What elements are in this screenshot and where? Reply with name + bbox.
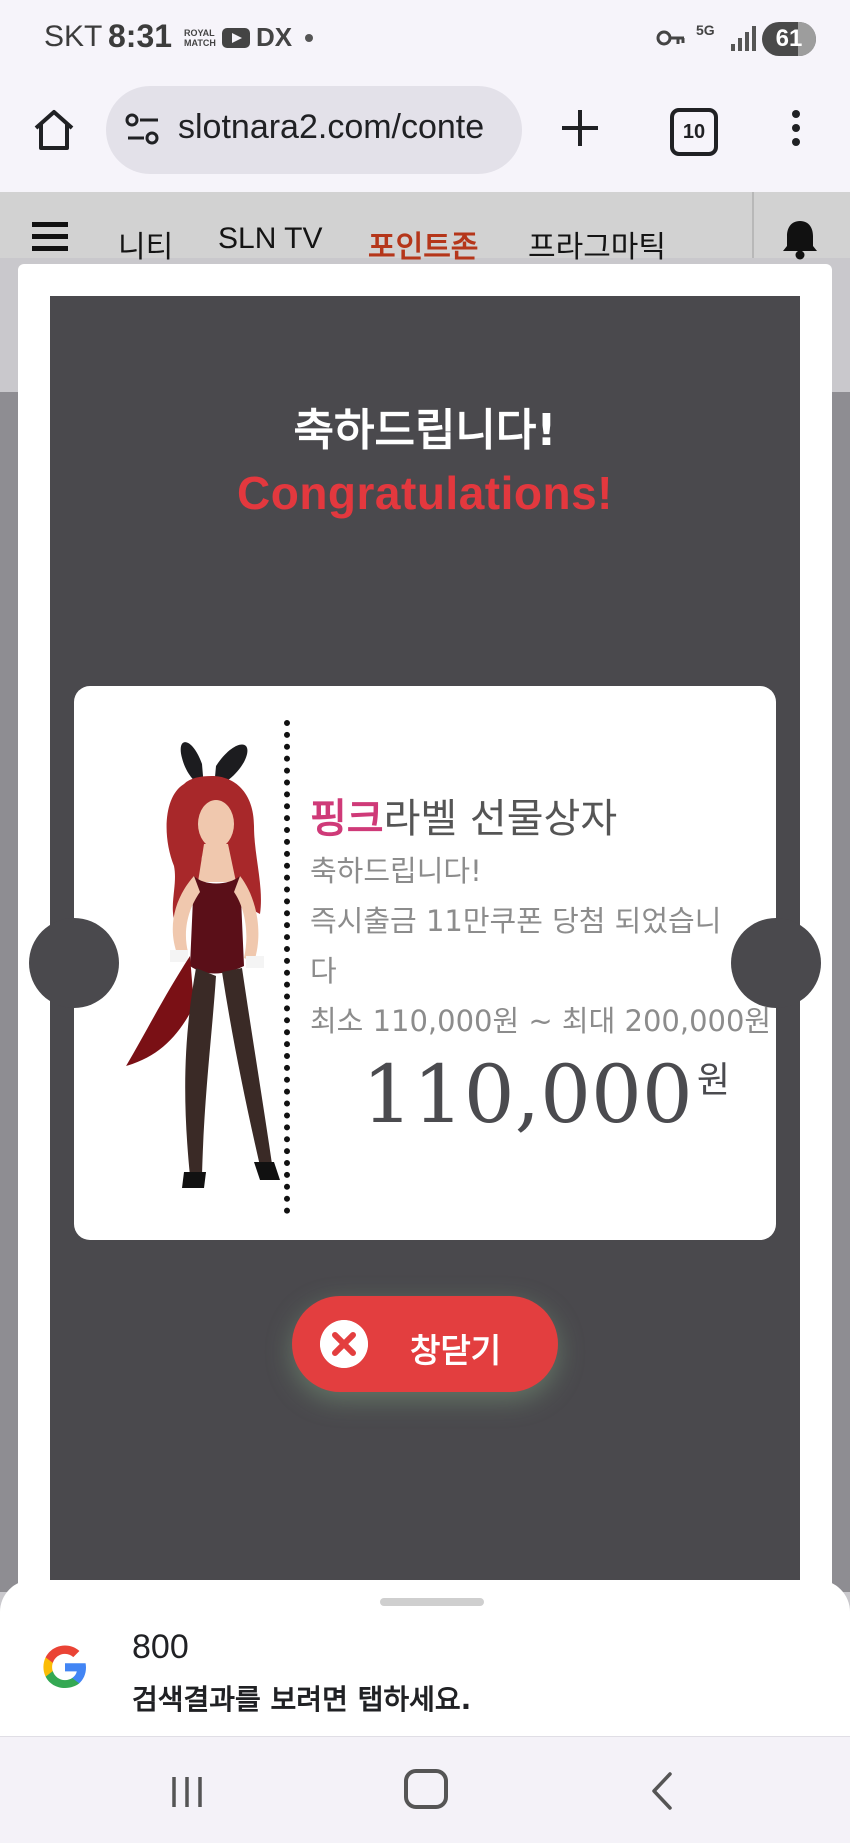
signal-icon bbox=[731, 26, 756, 51]
popup-title-korean: 축하드립니다! bbox=[293, 405, 557, 456]
google-search-sheet[interactable]: 800 검색결과를 보려면 탭하세요. bbox=[0, 1580, 850, 1736]
coupon-title-highlight: 핑크 bbox=[310, 796, 384, 842]
coupon-message-line2: 다 bbox=[310, 954, 337, 988]
nav-item-sln-tv[interactable]: SLN TV bbox=[218, 222, 323, 256]
ticket-perforation bbox=[284, 720, 290, 1214]
youtube-icon bbox=[222, 28, 250, 48]
coupon-amount-value: 110,000 bbox=[362, 1048, 693, 1141]
home-icon[interactable] bbox=[30, 106, 78, 154]
site-settings-icon[interactable] bbox=[124, 112, 164, 148]
nav-item-point-zone[interactable]: 포인트존 bbox=[368, 222, 478, 266]
network-5g-icon: 5G bbox=[696, 22, 715, 38]
site-nav: 니티 SLN TV 포인트존 프라그마틱 bbox=[0, 192, 850, 264]
bell-icon[interactable] bbox=[780, 218, 820, 260]
google-g-icon bbox=[43, 1645, 86, 1688]
coupon-title-rest: 라벨 선물상자 bbox=[383, 796, 618, 842]
royal-match-icon: ROYAL MATCH bbox=[184, 28, 216, 48]
browser-toolbar: slotnara2.com/conte 10 bbox=[0, 80, 850, 192]
clock: 8:31 bbox=[108, 18, 173, 54]
system-nav-bar bbox=[0, 1736, 850, 1843]
coupon-title: 핑크라벨 선물상자 bbox=[310, 786, 617, 844]
bunny-girl-illustration bbox=[126, 742, 280, 1188]
close-popup-button[interactable]: 창닫기 bbox=[292, 1296, 558, 1392]
recent-apps-icon[interactable] bbox=[170, 1775, 204, 1809]
coupon-amount-unit: 원 bbox=[696, 1060, 730, 1101]
nav-divider bbox=[752, 192, 754, 258]
nav-item-pragmatic[interactable]: 프라그마틱 bbox=[528, 222, 666, 266]
more-menu-icon[interactable] bbox=[782, 106, 810, 154]
nav-item-community[interactable]: 니티 bbox=[118, 222, 173, 266]
nav-home-icon[interactable] bbox=[404, 1769, 448, 1809]
dx-icon: DX bbox=[256, 22, 293, 52]
carrier-label: SKT bbox=[44, 20, 103, 53]
battery-icon: 61 bbox=[762, 22, 816, 56]
coupon-amount: 110,000 원 bbox=[362, 1048, 730, 1141]
search-hint[interactable]: 검색결과를 보려면 탭하세요. bbox=[132, 1678, 471, 1718]
status-bar: SKT 8:31 ROYAL MATCH DX 5G 61 bbox=[0, 0, 850, 80]
close-popup-label: 창닫기 bbox=[410, 1331, 502, 1370]
search-term[interactable]: 800 bbox=[132, 1628, 189, 1667]
hamburger-menu-icon[interactable] bbox=[32, 222, 68, 258]
address-bar[interactable]: slotnara2.com/conte bbox=[106, 86, 522, 174]
back-icon[interactable] bbox=[650, 1771, 674, 1811]
popup-title-english: Congratulations! bbox=[237, 467, 613, 519]
ticket-notch-right bbox=[731, 918, 821, 1008]
new-tab-icon[interactable] bbox=[556, 104, 604, 152]
sheet-drag-handle[interactable] bbox=[380, 1598, 484, 1606]
close-icon bbox=[320, 1320, 368, 1368]
vpn-key-icon bbox=[656, 30, 685, 46]
coupon-message-line1: 즉시출금 11만쿠폰 당첨 되었습니 bbox=[310, 904, 722, 938]
more-notifications-dot bbox=[305, 34, 313, 42]
coupon-range: 최소 110,000원 ~ 최대 200,000원 bbox=[310, 1004, 772, 1038]
coupon-greeting: 축하드립니다! bbox=[310, 854, 482, 888]
coupon-card: 핑크라벨 선물상자 축하드립니다! 즉시출금 11만쿠폰 당첨 되었습니 다 최… bbox=[29, 686, 821, 1240]
tab-switcher-button[interactable]: 10 bbox=[670, 108, 718, 156]
url-text[interactable]: slotnara2.com/conte bbox=[178, 108, 484, 147]
